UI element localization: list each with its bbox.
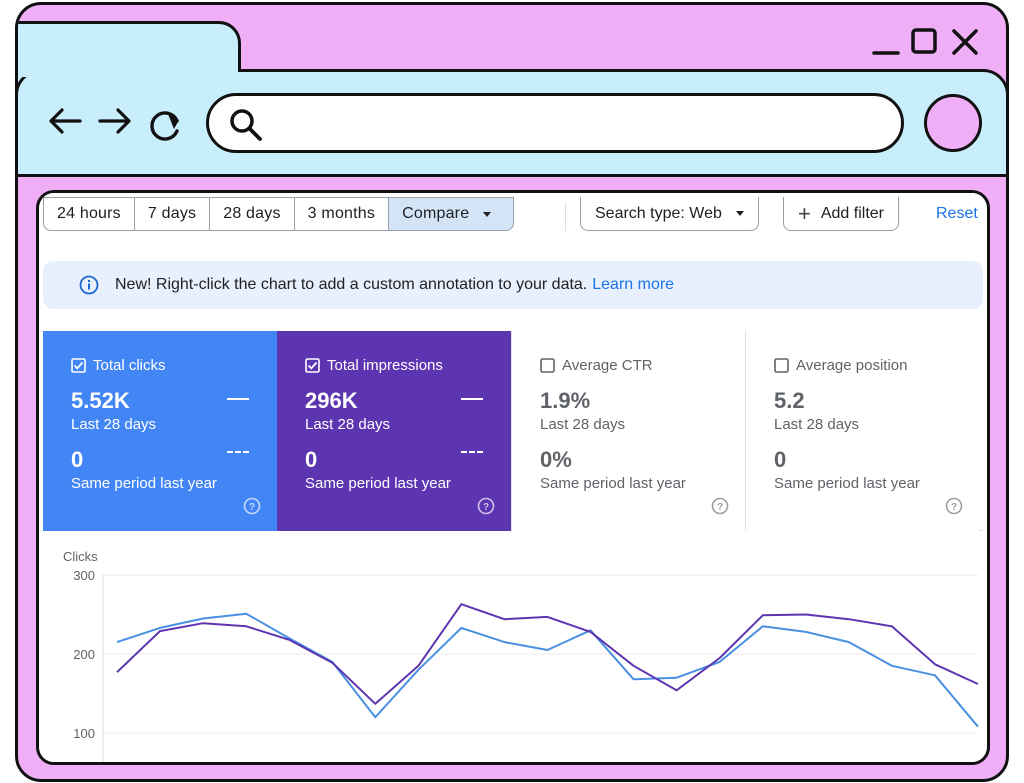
caret-down-icon: [483, 211, 492, 217]
card-compare-value: 0: [774, 447, 787, 472]
search-type-label: Search type: Web: [595, 204, 722, 222]
checkbox-unchecked-icon[interactable]: [540, 358, 555, 373]
page-viewport: 24 hours 7 days 28 days 3 months Compare…: [36, 190, 990, 765]
add-filter-button[interactable]: + Add filter: [783, 197, 899, 231]
y-tick-label: 300: [73, 568, 95, 583]
browser-window: 24 hours 7 days 28 days 3 months Compare…: [15, 2, 1009, 782]
date-range-chips: 24 hours 7 days 28 days 3 months Compare: [43, 197, 515, 231]
info-icon: [79, 275, 99, 295]
svg-text:?: ?: [249, 502, 255, 513]
card-compare-value: 0%: [540, 447, 572, 472]
reset-link[interactable]: Reset: [936, 205, 978, 223]
metric-cards: Total clicks 5.52K Last 28 days 0 Same p…: [43, 331, 983, 531]
toolbar-divider: [565, 203, 566, 231]
annotation-banner: New! Right-click the chart to add a cust…: [43, 261, 983, 309]
checkbox-checked-icon[interactable]: [71, 358, 86, 373]
card-title: Average CTR: [562, 357, 653, 374]
card-period: Last 28 days: [305, 416, 391, 433]
series-line-0: [116, 612, 979, 728]
caret-down-icon: [735, 211, 744, 216]
svg-text:?: ?: [717, 502, 723, 513]
help-icon[interactable]: ?: [243, 497, 261, 515]
card-title: Average position: [796, 357, 908, 374]
card-period: Last 28 days: [540, 416, 626, 433]
card-average-position[interactable]: Average position 5.2 Last 28 days 0 Same…: [745, 331, 979, 531]
chip-28-days[interactable]: 28 days: [210, 197, 295, 231]
card-compare-period: Same period last year: [305, 475, 451, 492]
card-period: Last 28 days: [71, 416, 157, 433]
banner-text: New! Right-click the chart to add a cust…: [115, 276, 588, 293]
help-icon[interactable]: ?: [477, 497, 495, 515]
learn-more-link[interactable]: Learn more: [592, 276, 674, 294]
card-value: 5.52K: [71, 388, 130, 413]
card-title: Total clicks: [93, 357, 166, 374]
profile-avatar[interactable]: [924, 94, 982, 152]
y-tick-label: 100: [73, 726, 95, 741]
help-icon[interactable]: ?: [711, 497, 729, 515]
solid-line-legend-icon: [227, 398, 249, 400]
dashed-line-legend-icon: [461, 451, 483, 453]
chip-7-days[interactable]: 7 days: [134, 197, 211, 231]
y-axis-label: Clicks: [63, 549, 98, 564]
checkbox-unchecked-icon[interactable]: [774, 358, 789, 373]
chip-24-hours[interactable]: 24 hours: [43, 197, 135, 231]
card-compare-period: Same period last year: [774, 475, 920, 492]
card-total-clicks[interactable]: Total clicks 5.52K Last 28 days 0 Same p…: [43, 331, 277, 531]
search-console-performance: 24 hours 7 days 28 days 3 months Compare…: [43, 193, 983, 765]
search-type-dropdown[interactable]: Search type: Web: [580, 197, 759, 231]
maximize-icon[interactable]: [908, 25, 942, 59]
card-value: 5.2: [774, 388, 805, 413]
card-total-impressions[interactable]: Total impressions 296K Last 28 days 0 Sa…: [277, 331, 511, 531]
y-tick-label: 200: [73, 647, 95, 662]
plus-icon: +: [798, 200, 811, 226]
chip-3-months[interactable]: 3 months: [294, 197, 390, 231]
address-bar[interactable]: [206, 93, 904, 153]
arrow-left-icon[interactable]: [46, 101, 86, 141]
card-title: Total impressions: [327, 357, 443, 374]
clicks-line-chart[interactable]: Clicks 300 200 100: [43, 543, 983, 765]
help-icon[interactable]: ?: [945, 497, 963, 515]
minimize-icon[interactable]: [870, 25, 904, 59]
reload-icon[interactable]: [146, 105, 186, 145]
close-icon[interactable]: [948, 25, 982, 59]
svg-text:?: ?: [951, 502, 957, 513]
card-value: 296K: [305, 388, 358, 413]
compare-dropdown[interactable]: Compare: [389, 197, 515, 231]
card-compare-period: Same period last year: [540, 475, 686, 492]
checkbox-checked-icon[interactable]: [305, 358, 320, 373]
card-average-ctr[interactable]: Average CTR 1.9% Last 28 days 0% Same pe…: [511, 331, 745, 531]
arrow-right-icon[interactable]: [94, 101, 134, 141]
svg-text:?: ?: [483, 502, 489, 513]
card-period: Last 28 days: [774, 416, 860, 433]
card-compare-period: Same period last year: [71, 475, 217, 492]
add-filter-label: Add filter: [820, 204, 884, 222]
dashed-line-legend-icon: [227, 451, 249, 453]
compare-label: Compare: [402, 205, 470, 222]
card-value: 1.9%: [540, 388, 591, 413]
search-icon: [230, 109, 262, 141]
solid-line-legend-icon: [461, 398, 483, 400]
